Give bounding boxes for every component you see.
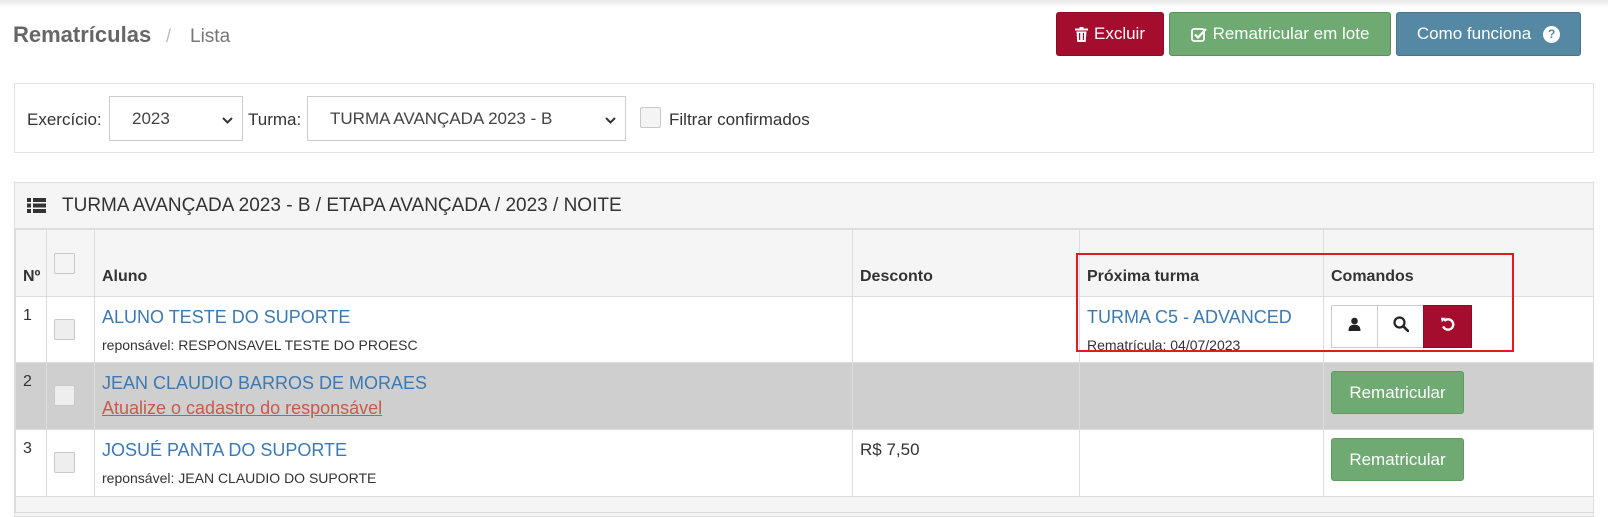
desconto-cell: R$ 7,50 <box>852 429 1080 497</box>
row-number: 2 <box>15 362 47 430</box>
proxima-turma-cell <box>1079 429 1324 497</box>
row-select-cell <box>46 296 95 363</box>
turma-value: TURMA AVANÇADA 2023 - B <box>330 108 553 128</box>
aluno-cell: JOSUÉ PANTA DO SUPORTE reponsável: JEAN … <box>94 429 853 497</box>
top-shadow <box>0 0 1608 8</box>
desconto-cell <box>852 362 1080 430</box>
check-square-icon <box>1190 27 1207 42</box>
search-icon <box>1392 316 1409 337</box>
table-footer-cell <box>15 496 1594 513</box>
desconto-value: R$ 7,50 <box>860 440 920 459</box>
user-icon <box>1348 317 1361 336</box>
chevron-down-icon <box>604 112 617 132</box>
undo-rematricula-button[interactable] <box>1423 305 1472 348</box>
como-funciona-button[interactable]: Como funciona ? <box>1396 12 1581 56</box>
proxima-turma-cell: TURMA C5 - ADVANCED Rematrícula: 04/07/2… <box>1079 296 1324 363</box>
exercicio-label: Exercício: <box>27 110 102 129</box>
turma-select[interactable]: TURMA AVANÇADA 2023 - B <box>307 96 626 141</box>
column-header-desconto: Desconto <box>852 229 1080 297</box>
proxima-turma-link[interactable]: TURMA C5 - ADVANCED <box>1087 307 1316 328</box>
help-circle-icon: ? <box>1543 25 1561 43</box>
student-link[interactable]: JEAN CLAUDIO BARROS DE MORAES <box>102 373 845 394</box>
filtrar-confirmados-label: Filtrar confirmados <box>669 110 810 129</box>
excluir-button[interactable]: Excluir <box>1056 12 1164 56</box>
row-number: 1 <box>15 296 47 363</box>
undo-icon <box>1440 316 1456 337</box>
panel-title: TURMA AVANÇADA 2023 - B / ETAPA AVANÇADA… <box>62 195 622 216</box>
row-select-cell <box>46 429 95 497</box>
page-title: Rematrículas <box>13 22 152 47</box>
rematricular-button[interactable]: Rematricular <box>1331 438 1464 481</box>
table-header-row: Nº Aluno Desconto Próxima turma Comandos <box>15 229 1594 297</box>
rematricula-date: Rematrícula: 04/07/2023 <box>1087 337 1241 353</box>
column-header-num: Nº <box>15 229 47 297</box>
table-row: 3 JOSUÉ PANTA DO SUPORTE reponsável: JEA… <box>15 429 1594 497</box>
panel-heading: TURMA AVANÇADA 2023 - B / ETAPA AVANÇADA… <box>15 183 1593 229</box>
select-all-checkbox[interactable] <box>54 253 75 274</box>
rematricular-em-lote-label: Rematricular em lote <box>1212 24 1370 43</box>
view-student-button[interactable] <box>1331 305 1378 348</box>
proxima-turma-cell <box>1079 362 1324 430</box>
responsavel-text: reponsável: RESPONSAVEL TESTE DO PROESC <box>102 337 418 353</box>
column-header-select <box>46 229 95 297</box>
comandos-cell: Rematricular <box>1323 362 1594 430</box>
aluno-cell: JEAN CLAUDIO BARROS DE MORAES Atualize o… <box>94 362 853 430</box>
como-funciona-label: Como funciona <box>1416 24 1532 43</box>
excluir-label: Excluir <box>1093 24 1145 43</box>
chevron-down-icon <box>221 112 234 132</box>
desconto-cell <box>852 296 1080 363</box>
aluno-cell: ALUNO TESTE DO SUPORTE reponsável: RESPO… <box>94 296 853 363</box>
student-link[interactable]: JOSUÉ PANTA DO SUPORTE <box>102 440 845 461</box>
turma-label: Turma: <box>248 110 302 129</box>
comandos-cell <box>1323 296 1594 363</box>
students-panel: TURMA AVANÇADA 2023 - B / ETAPA AVANÇADA… <box>14 182 1594 517</box>
row-select-cell <box>46 362 95 430</box>
exercicio-select[interactable]: 2023 <box>109 96 243 141</box>
rematricular-em-lote-button[interactable]: Rematricular em lote <box>1169 12 1391 56</box>
update-responsavel-link[interactable]: Atualize o cadastro do responsável <box>102 398 845 419</box>
column-header-proxima-turma: Próxima turma <box>1079 229 1324 297</box>
row-checkbox[interactable] <box>54 452 75 473</box>
rematricular-button[interactable]: Rematricular <box>1331 371 1464 414</box>
students-table: Nº Aluno Desconto Próxima turma Comandos… <box>15 229 1594 513</box>
column-header-comandos: Comandos <box>1323 229 1594 297</box>
table-row: 2 JEAN CLAUDIO BARROS DE MORAES Atualize… <box>15 362 1594 430</box>
exercicio-value: 2023 <box>132 108 170 128</box>
comandos-cell: Rematricular <box>1323 429 1594 497</box>
column-header-aluno: Aluno <box>94 229 853 297</box>
breadcrumb-separator: / <box>166 26 172 46</box>
filtrar-confirmados-checkbox[interactable] <box>640 107 661 128</box>
responsavel-text: reponsável: JEAN CLAUDIO DO SUPORTE <box>102 470 377 486</box>
breadcrumb-current: Lista <box>190 26 231 47</box>
command-button-group <box>1331 305 1586 348</box>
trash-icon <box>1074 26 1088 42</box>
row-checkbox[interactable] <box>54 385 75 406</box>
row-number: 3 <box>15 429 47 497</box>
filter-panel: Exercício: 2023 Turma: TURMA AVANÇADA 20… <box>14 83 1594 153</box>
search-button[interactable] <box>1377 305 1424 348</box>
row-checkbox[interactable] <box>54 319 75 340</box>
student-link[interactable]: ALUNO TESTE DO SUPORTE <box>102 307 845 328</box>
list-icon <box>27 198 46 216</box>
table-footer-row <box>15 496 1594 513</box>
table-row: 1 ALUNO TESTE DO SUPORTE reponsável: RES… <box>15 296 1594 363</box>
